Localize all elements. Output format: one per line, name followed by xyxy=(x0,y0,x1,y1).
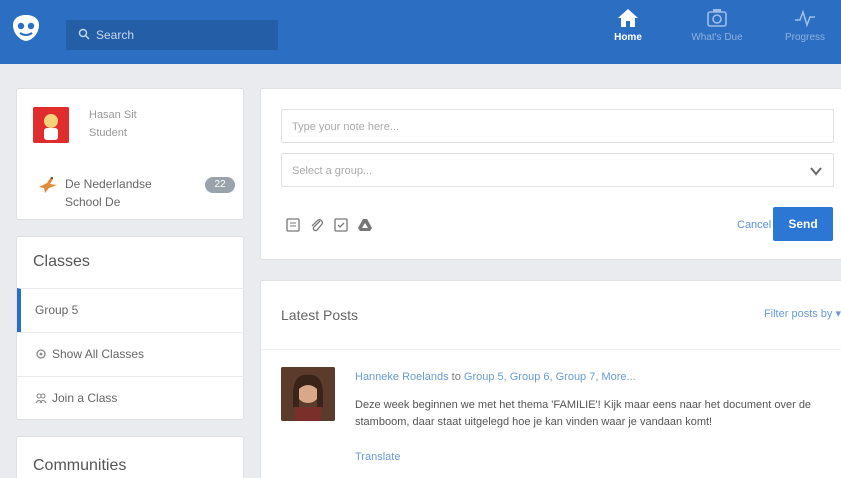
class-item-label: Group 5 xyxy=(35,303,79,317)
nav-progress[interactable]: Progress xyxy=(770,8,840,58)
nav-whats-due[interactable]: What's Due xyxy=(682,8,752,58)
top-navigation-bar: Search Home What's Due Progress xyxy=(0,0,841,64)
filter-posts-label: Filter posts by xyxy=(763,308,833,320)
join-class-label: Join a Class xyxy=(52,391,118,405)
chevron-down-icon xyxy=(810,167,822,176)
people-icon xyxy=(35,393,47,404)
post-header: Hanneke Roelands to Group 5, Group 6, Gr… xyxy=(355,371,825,383)
post-groups-link[interactable]: Group 5, Group 6, Group 7, More... xyxy=(464,371,636,383)
classes-card: Classes Group 5 Show All Classes Join a … xyxy=(16,236,245,420)
post-body: Deze week beginnen we met het thema 'FAM… xyxy=(355,399,812,428)
show-all-classes-link[interactable]: Show All Classes xyxy=(17,332,245,376)
nav-whats-due-label: What's Due xyxy=(691,32,743,43)
latest-posts-title: Latest Posts xyxy=(281,307,359,323)
search-icon xyxy=(78,27,94,43)
profile-card: Hasan Sit Student De Nederlandse School … xyxy=(16,88,244,220)
post-to-label: to xyxy=(451,371,461,383)
camera-icon xyxy=(707,9,727,27)
library-icon[interactable] xyxy=(333,217,349,233)
school-name[interactable]: De Nederlandse School De xyxy=(65,175,185,211)
attachment-icon[interactable] xyxy=(309,217,325,233)
user-role: Student xyxy=(89,127,127,139)
pulse-icon xyxy=(795,9,815,28)
show-all-classes-label: Show All Classes xyxy=(52,347,145,361)
nav-home[interactable]: Home xyxy=(593,8,663,58)
filter-posts-dropdown[interactable]: Filter posts by ▾ xyxy=(764,307,841,320)
school-count-badge: 22 xyxy=(205,177,235,193)
group-select[interactable]: Select a group... xyxy=(281,153,834,187)
classes-title: Classes xyxy=(33,253,90,270)
class-item-group-5[interactable]: Group 5 xyxy=(17,288,245,332)
edmodo-logo-icon[interactable] xyxy=(10,12,42,44)
gear-icon xyxy=(36,349,46,359)
search-placeholder: Search xyxy=(96,28,135,42)
join-class-link[interactable]: Join a Class xyxy=(17,376,245,420)
communities-title: Communities xyxy=(33,457,127,474)
send-button[interactable]: Send xyxy=(773,207,833,241)
avatar[interactable] xyxy=(33,107,69,143)
translate-link[interactable]: Translate xyxy=(355,451,400,463)
google-drive-icon[interactable] xyxy=(357,217,373,233)
post-author-avatar[interactable] xyxy=(281,367,335,421)
nav-progress-label: Progress xyxy=(784,32,825,43)
user-name[interactable]: Hasan Sit xyxy=(89,109,137,121)
latest-posts-card: Latest Posts Filter posts by ▾ Hanneke R… xyxy=(260,280,841,478)
assignment-icon[interactable] xyxy=(285,217,301,233)
post-author-link[interactable]: Hanneke Roelands xyxy=(355,371,449,383)
communities-card: Communities xyxy=(16,436,244,478)
note-input[interactable]: Type your note here... xyxy=(281,109,834,143)
school-logo-icon xyxy=(37,173,59,195)
home-icon xyxy=(618,9,638,27)
nav-home-label: Home xyxy=(614,32,642,43)
search-input[interactable]: Search xyxy=(66,20,278,50)
note-placeholder: Type your note here... xyxy=(292,121,400,133)
group-select-placeholder: Select a group... xyxy=(292,165,373,177)
divider xyxy=(261,349,841,350)
cancel-label[interactable]: Cancel xyxy=(737,219,771,231)
post-composer: Type your note here... Select a group...… xyxy=(260,88,841,260)
